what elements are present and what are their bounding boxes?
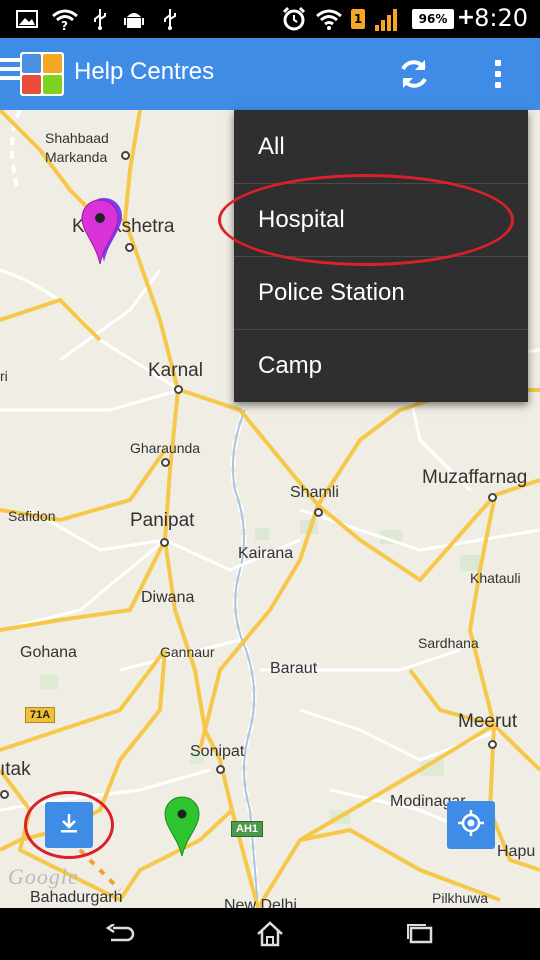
charging-icon: + <box>456 5 476 30</box>
overflow-menu-icon[interactable] <box>484 54 512 94</box>
back-icon[interactable] <box>100 918 140 950</box>
android-icon <box>120 6 148 32</box>
svg-text:?: ? <box>61 19 68 30</box>
city-dot <box>488 740 497 749</box>
home-icon[interactable] <box>250 918 290 950</box>
place-label: Shamli <box>290 484 339 501</box>
drawer-icon[interactable] <box>0 58 22 90</box>
city-dot <box>216 765 225 774</box>
alarm-icon <box>280 6 308 32</box>
place-label: Pilkhuwa <box>432 890 489 906</box>
place-label: Diwana <box>141 589 195 606</box>
place-label: Kairana <box>238 545 294 562</box>
wifi-icon <box>314 6 344 32</box>
place-label: Panipat <box>130 510 195 531</box>
app-logo[interactable] <box>20 52 64 96</box>
place-label: Baraut <box>270 660 318 677</box>
city-dot <box>121 151 130 160</box>
usb-icon <box>158 6 182 32</box>
notification-badge-icon: 1 <box>350 6 366 32</box>
battery-indicator: 96% <box>412 9 454 29</box>
place-label: Gharaunda <box>130 440 201 456</box>
place-label: Khatauli <box>470 570 521 586</box>
refresh-icon[interactable] <box>390 52 438 96</box>
clock: 8:20 <box>474 4 528 32</box>
city-dot <box>488 493 497 502</box>
place-label: Safidon <box>8 508 56 524</box>
place-label: Markanda <box>45 149 108 165</box>
my-location-icon <box>457 809 485 841</box>
usb-icon <box>88 6 112 32</box>
city-dot <box>160 538 169 547</box>
city-dot <box>125 243 134 252</box>
place-label: Shahbaad <box>45 130 109 146</box>
road-shield: AH1 <box>231 821 264 837</box>
green-marker-icon[interactable] <box>164 796 200 862</box>
app-title: Help Centres <box>74 58 215 85</box>
place-label: ri <box>0 368 8 384</box>
city-dot <box>161 458 170 467</box>
navigation-bar <box>0 908 540 960</box>
place-label: Bahadurgarh <box>30 889 123 906</box>
place-label: Karnal <box>148 360 203 381</box>
menu-item-police-station[interactable]: Police Station <box>234 256 528 329</box>
place-label: Meerut <box>458 711 518 732</box>
annotation-ellipse <box>24 791 114 859</box>
place-label: Sonipat <box>190 743 245 760</box>
annotation-ellipse <box>218 174 514 266</box>
pink-marker-icon[interactable] <box>80 196 124 270</box>
city-dot <box>174 385 183 394</box>
notification-badge: 1 <box>351 9 365 29</box>
menu-item-all[interactable]: All <box>234 110 528 183</box>
action-bar: Help Centres <box>0 38 540 110</box>
place-label: ıtak <box>0 759 31 780</box>
recent-apps-icon[interactable] <box>400 918 440 950</box>
wifi-question-icon: ? <box>50 6 80 32</box>
place-label: Hapu <box>497 843 536 860</box>
city-dot <box>0 790 9 799</box>
google-watermark: Google <box>8 864 79 889</box>
my-location-button[interactable] <box>447 801 495 849</box>
place-label: New Delhi <box>224 897 297 908</box>
status-bar: ? 1 96% + 8:20 <box>0 0 540 38</box>
signal-icon <box>372 6 402 32</box>
place-label: Gohana <box>20 644 77 661</box>
place-label: Muzaffarnag <box>422 467 528 488</box>
place-label: Sardhana <box>418 635 479 651</box>
city-dot <box>314 508 323 517</box>
place-label: Gannaur <box>160 644 215 660</box>
image-icon <box>14 6 40 32</box>
road-shield: 71A <box>25 707 56 723</box>
menu-item-camp[interactable]: Camp <box>234 329 528 402</box>
